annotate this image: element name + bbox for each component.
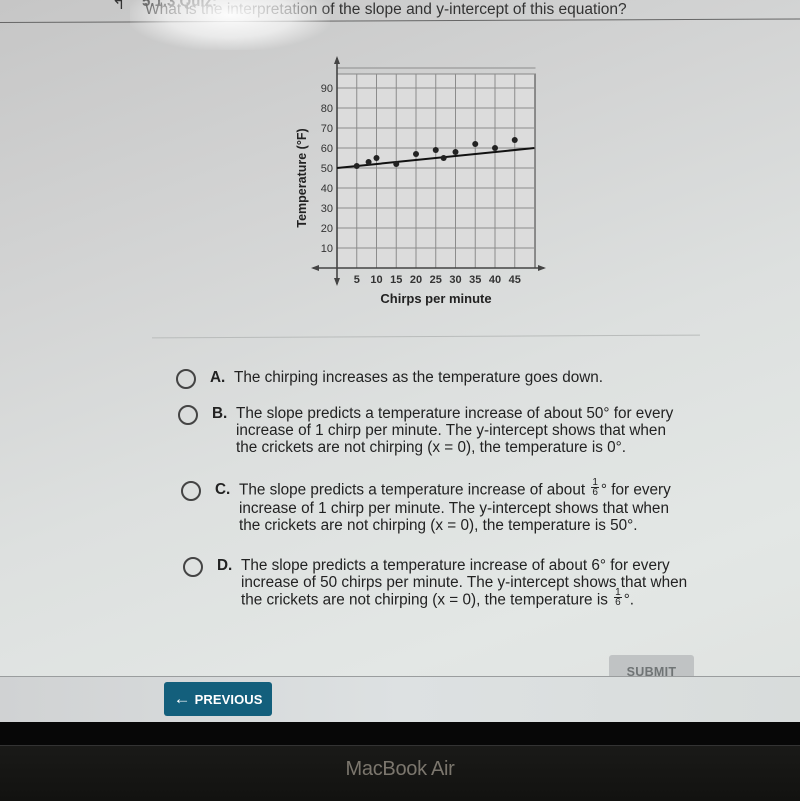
section-divider <box>152 334 700 339</box>
choice-d-line-1: The slope predicts a temperature increas… <box>241 557 670 574</box>
choice-a-text: The chirping increases as the temperatur… <box>234 369 603 386</box>
choice-d[interactable]: D. The slope predicts a temperature incr… <box>183 557 687 610</box>
y-tick-label: 60 <box>321 143 333 155</box>
y-axis-arrow-up <box>334 56 340 64</box>
y-tick-label: 80 <box>321 103 333 115</box>
choice-d-text: The slope predicts a temperature increas… <box>241 557 687 610</box>
choice-a-letter: A. <box>210 369 226 386</box>
data-point <box>511 137 518 143</box>
y-tick-label: 90 <box>321 83 333 95</box>
scatter-plot-svg: 5 10 15 20 25 30 35 40 45 10 20 30 40 50 60 70 80 90 Chirp… <box>295 56 546 306</box>
data-point <box>353 163 360 169</box>
x-tick-label: 25 <box>430 274 442 286</box>
choice-d-line-3a: the crickets are not chirping (x = 0), t… <box>241 591 613 609</box>
arrow-left-icon: ← <box>173 689 191 708</box>
data-point <box>440 155 447 161</box>
y-axis-label: Temperature (°F) <box>295 128 309 227</box>
fraction-denominator: 6 <box>615 597 621 608</box>
data-point <box>452 149 459 155</box>
choice-b[interactable]: B. The slope predicts a temperature incr… <box>178 405 673 456</box>
y-tick-label: 30 <box>321 203 333 215</box>
x-tick-label: 30 <box>449 274 461 286</box>
data-point <box>413 151 419 157</box>
x-axis-arrow-right <box>538 265 546 271</box>
data-point <box>393 161 400 167</box>
x-tick-label: 10 <box>370 274 382 286</box>
previous-label: PREVIOUS <box>194 691 263 707</box>
choice-c[interactable]: C. The slope predicts a temperature incr… <box>181 478 671 535</box>
y-tick-label: 50 <box>321 163 333 175</box>
data-point <box>472 141 479 147</box>
y-tick-label: 70 <box>321 123 333 135</box>
choice-c-line-3: the crickets are not chirping (x = 0), t… <box>239 517 638 534</box>
y-tick-label: 40 <box>321 183 333 195</box>
y-tick-label: 20 <box>321 223 333 235</box>
previous-button[interactable]: ← PREVIOUS <box>164 682 272 716</box>
choice-b-line-2: increase of 1 chirp per minute. The y-in… <box>236 422 666 439</box>
choice-b-text: The slope predicts a temperature increas… <box>236 405 673 456</box>
choice-c-text: The slope predicts a temperature increas… <box>239 478 671 535</box>
x-tick-label: 40 <box>489 274 501 286</box>
question-text: What is the interpretation of the slope … <box>145 1 627 18</box>
x-tick-label: 15 <box>390 274 402 286</box>
x-tick-label: 45 <box>509 274 521 286</box>
y-axis-arrow-down <box>334 278 340 286</box>
fraction-one-sixth: 16 <box>591 478 599 498</box>
choice-d-letter: D. <box>217 557 233 574</box>
radio-d[interactable] <box>183 557 203 577</box>
data-point <box>492 145 498 151</box>
x-axis-label: Chirps per minute <box>380 291 491 306</box>
choice-a[interactable]: A. The chirping increases as the tempera… <box>176 369 603 389</box>
quiz-footer <box>0 677 800 722</box>
choice-c-line-1a: The slope predicts a temperature increas… <box>239 481 590 499</box>
y-tick-label: 10 <box>321 243 333 255</box>
choice-b-letter: B. <box>212 405 228 422</box>
choice-a-line-1: The chirping increases as the temperatur… <box>234 369 604 386</box>
radio-a[interactable] <box>176 369 196 389</box>
choice-c-letter: C. <box>215 481 231 498</box>
data-point <box>365 159 372 165</box>
data-point <box>373 155 380 161</box>
quiz-screen: ↰ 5.1.3 Quiz: What is the interpretation… <box>0 0 800 722</box>
radio-c[interactable] <box>181 481 201 501</box>
data-point <box>432 147 439 153</box>
choice-d-line-3b: °. <box>623 591 635 609</box>
x-tick-label: 35 <box>469 274 481 286</box>
back-arrow-icon[interactable]: ↰ <box>112 0 125 14</box>
x-tick-label: 20 <box>410 274 422 286</box>
device-brand-label: MacBook Air <box>345 758 455 780</box>
choice-b-line-1: The slope predicts a temperature increas… <box>236 405 674 422</box>
choice-b-line-3: the crickets are not chirping (x = 0), t… <box>236 439 626 456</box>
x-tick-label: 5 <box>354 274 360 286</box>
fraction-one-sixth: 16 <box>614 588 622 608</box>
choice-c-line-1b: ° for every <box>600 481 671 499</box>
x-axis-arrow-left <box>311 265 319 271</box>
radio-b[interactable] <box>178 405 198 425</box>
scatter-chart: 5 10 15 20 25 30 35 40 45 10 20 30 40 50 60 70 80 90 Chirp… <box>280 52 560 312</box>
fraction-denominator: 6 <box>592 487 598 498</box>
choice-c-line-2: increase of 1 chirp per minute. The y-in… <box>239 500 669 517</box>
